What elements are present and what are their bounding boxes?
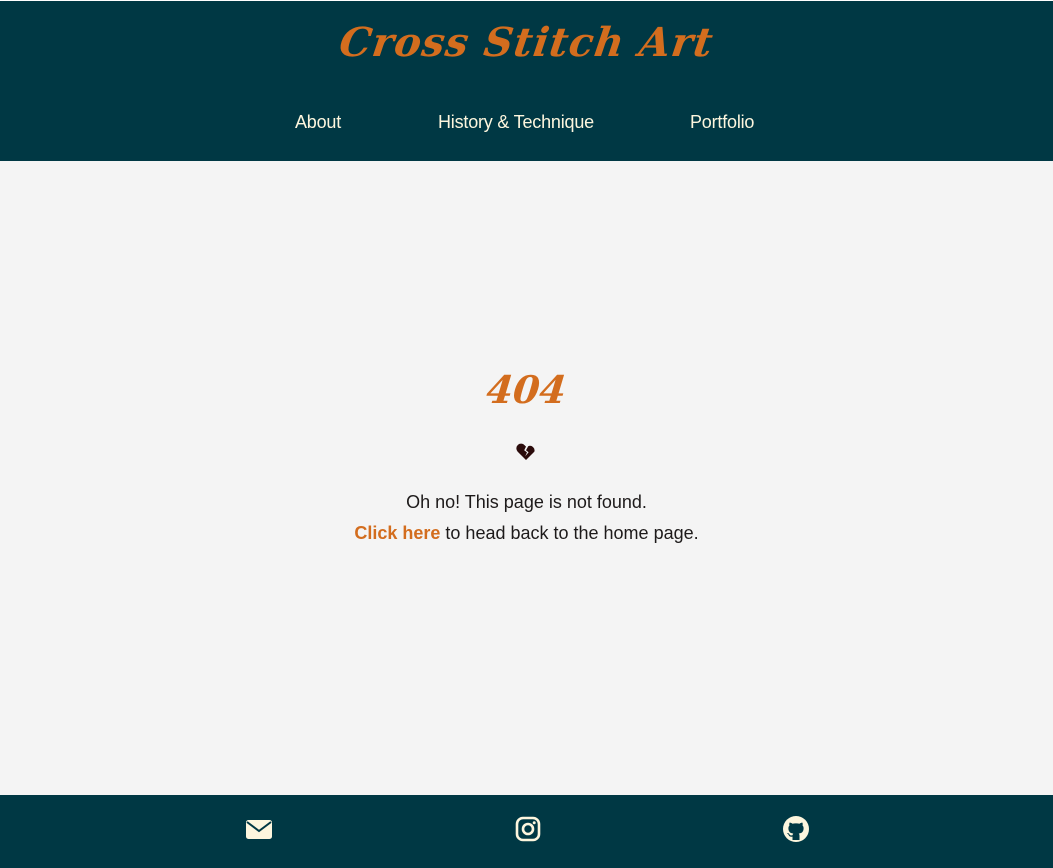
- home-link-message-rest: to head back to the home page.: [440, 523, 699, 543]
- site-title[interactable]: Cross Stitch Art: [0, 19, 1053, 66]
- site-footer: [0, 795, 1053, 868]
- instagram-icon[interactable]: [514, 815, 542, 843]
- main-content: 404 Oh no! This page is not found. Click…: [0, 161, 1053, 795]
- nav-link-portfolio[interactable]: Portfolio: [690, 112, 754, 133]
- site-header: Cross Stitch Art About History & Techniq…: [0, 0, 1053, 161]
- github-icon[interactable]: [782, 815, 810, 843]
- broken-heart-icon: [516, 443, 536, 461]
- not-found-message: Oh no! This page is not found.: [406, 492, 647, 512]
- error-code-heading: 404: [484, 367, 569, 412]
- home-page-link[interactable]: Click here: [354, 523, 440, 543]
- envelope-icon[interactable]: [245, 815, 273, 843]
- main-nav: About History & Technique Portfolio: [0, 112, 1053, 136]
- home-link-message: Click here to head back to the home page…: [0, 523, 1053, 544]
- nav-link-history-technique[interactable]: History & Technique: [438, 112, 594, 133]
- nav-link-about[interactable]: About: [295, 112, 341, 133]
